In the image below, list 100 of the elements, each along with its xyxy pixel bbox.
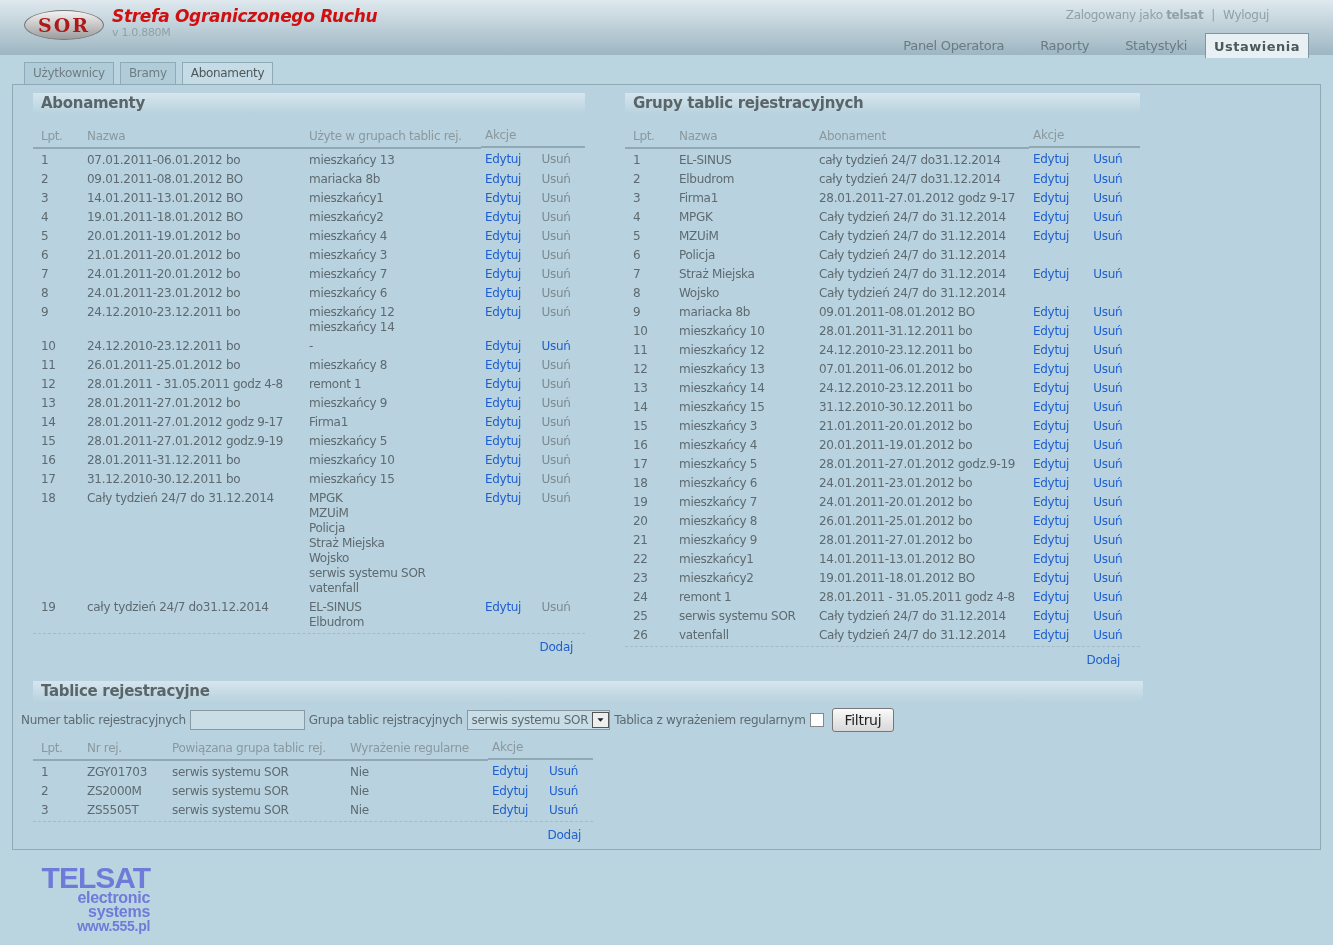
delete-link[interactable]: Usuń [549,764,579,778]
delete-link[interactable]: Usuń [549,803,579,817]
edit-link[interactable]: Edytuj [492,784,529,798]
delete-link[interactable]: Usuń [1093,305,1123,319]
subscription-name: Cały tydzień 24/7 do 31.12.2014 [87,491,274,505]
edit-link[interactable]: Edytuj [1033,457,1070,471]
delete-link[interactable]: Usuń [1093,628,1123,642]
edit-link[interactable]: Edytuj [485,415,522,429]
filter-button[interactable]: Filtruj [831,708,895,732]
delete-link[interactable]: Usuń [549,784,579,798]
edit-link[interactable]: Edytuj [485,248,522,262]
edit-link[interactable]: Edytuj [485,491,522,505]
column-header: Akcje [485,128,516,142]
group-name: serwis systemu SOR [172,765,289,779]
edit-link[interactable]: Edytuj [492,803,529,817]
delete-link[interactable]: Usuń [1093,590,1123,604]
edit-link[interactable]: Edytuj [485,358,522,372]
add-link[interactable]: Dodaj [1086,651,1120,669]
edit-link[interactable]: Edytuj [1033,552,1070,566]
group-dropdown[interactable]: serwis systemu SOR [466,710,611,730]
edit-link[interactable]: Edytuj [485,396,522,410]
delete-link[interactable]: Usuń [541,339,571,353]
delete-link[interactable]: Usuń [1093,419,1123,433]
edit-link[interactable]: Edytuj [1033,324,1070,338]
nav-tab[interactable]: Panel Operatora [885,36,1023,58]
row-number: 1 [633,153,641,167]
delete-link[interactable]: Usuń [1093,476,1123,490]
edit-link[interactable]: Edytuj [1033,590,1070,604]
delete-link[interactable]: Usuń [1093,191,1123,205]
edit-link[interactable]: Edytuj [485,472,522,486]
edit-link[interactable]: Edytuj [1033,172,1070,186]
edit-link[interactable]: Edytuj [485,434,522,448]
nav-tab[interactable]: Statystyki [1107,36,1205,58]
delete-link[interactable]: Usuń [1093,609,1123,623]
plate-number-field[interactable] [189,710,305,730]
sub-tab[interactable]: Bramy [119,62,176,84]
edit-link[interactable]: Edytuj [485,267,522,281]
add-link[interactable]: Dodaj [547,826,581,844]
edit-link[interactable]: Edytuj [485,172,522,186]
edit-link[interactable]: Edytuj [485,229,522,243]
edit-link[interactable]: Edytuj [485,286,522,300]
delete-link[interactable]: Usuń [1093,229,1123,243]
delete-link[interactable]: Usuń [1093,400,1123,414]
delete-link[interactable]: Usuń [1093,267,1123,281]
nav-tab[interactable]: Ustawienia [1204,33,1309,58]
delete-link[interactable]: Usuń [1093,362,1123,376]
edit-link[interactable]: Edytuj [1033,152,1070,166]
edit-link[interactable]: Edytuj [1033,514,1070,528]
edit-link[interactable]: Edytuj [1033,438,1070,452]
edit-link[interactable]: Edytuj [1033,628,1070,642]
delete-link[interactable]: Usuń [1093,210,1123,224]
edit-link[interactable]: Edytuj [1033,533,1070,547]
group-name: mieszkańcy 10 [679,324,765,338]
edit-link[interactable]: Edytuj [492,764,529,778]
edit-link[interactable]: Edytuj [485,339,522,353]
edit-link[interactable]: Edytuj [1033,400,1070,414]
subscription-name: cały tydzień 24/7 do31.12.2014 [819,153,1001,167]
delete-link[interactable]: Usuń [1093,533,1123,547]
edit-link[interactable]: Edytuj [1033,495,1070,509]
delete-link[interactable]: Usuń [1093,495,1123,509]
delete-link[interactable]: Usuń [1093,514,1123,528]
edit-link[interactable]: Edytuj [1033,267,1070,281]
edit-link[interactable]: Edytuj [1033,381,1070,395]
delete-link[interactable]: Usuń [1093,343,1123,357]
delete-link[interactable]: Usuń [1093,172,1123,186]
nav-tab[interactable]: Raporty [1022,36,1108,58]
subscription-name: 24.01.2011-20.01.2012 bo [87,267,241,281]
delete-link[interactable]: Usuń [1093,457,1123,471]
regex-checkbox[interactable] [809,713,824,727]
edit-link[interactable]: Edytuj [1033,210,1070,224]
edit-link[interactable]: Edytuj [1033,229,1070,243]
subscription-name: 28.01.2011-31.12.2011 bo [87,453,241,467]
delete-link[interactable]: Usuń [1093,438,1123,452]
add-link[interactable]: Dodaj [539,638,573,656]
edit-link[interactable]: Edytuj [1033,609,1070,623]
subscription-name: 24.01.2011-23.01.2012 bo [819,476,973,490]
delete-link[interactable]: Usuń [1093,552,1123,566]
edit-link[interactable]: Edytuj [1033,343,1070,357]
edit-link[interactable]: Edytuj [485,191,522,205]
edit-link[interactable]: Edytuj [485,152,522,166]
delete-link: Usuń [541,472,571,486]
plate-number: ZS2000M [87,784,142,798]
sub-tab[interactable]: Użytkownicy [24,62,114,84]
delete-link[interactable]: Usuń [1093,571,1123,585]
delete-link[interactable]: Usuń [1093,152,1123,166]
edit-link[interactable]: Edytuj [1033,476,1070,490]
edit-link[interactable]: Edytuj [1033,571,1070,585]
edit-link[interactable]: Edytuj [485,305,522,319]
edit-link[interactable]: Edytuj [1033,305,1070,319]
delete-link[interactable]: Usuń [1093,324,1123,338]
edit-link[interactable]: Edytuj [1033,362,1070,376]
group-name: mieszkańcy 5 [679,457,758,471]
edit-link[interactable]: Edytuj [485,453,522,467]
edit-link[interactable]: Edytuj [485,377,522,391]
edit-link[interactable]: Edytuj [1033,419,1070,433]
delete-link[interactable]: Usuń [1093,381,1123,395]
edit-link[interactable]: Edytuj [485,600,522,614]
edit-link[interactable]: Edytuj [485,210,522,224]
edit-link[interactable]: Edytuj [1033,191,1070,205]
sub-tab[interactable]: Abonamenty [181,62,274,84]
